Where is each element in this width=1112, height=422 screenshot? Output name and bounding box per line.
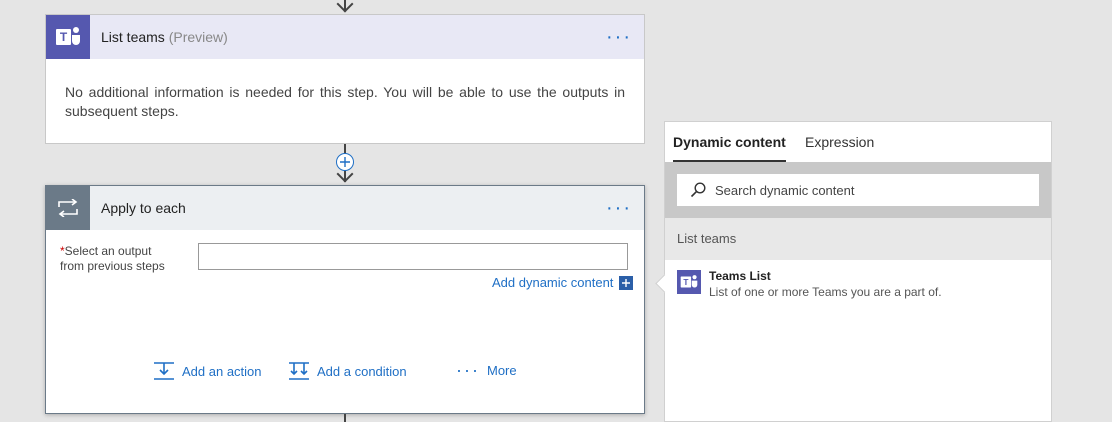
add-condition-button[interactable]: Add a condition bbox=[288, 361, 407, 381]
list-teams-title: List teams (Preview) bbox=[101, 15, 228, 59]
add-dynamic-content-label: Add dynamic content bbox=[492, 275, 614, 290]
svg-text:T: T bbox=[683, 277, 688, 287]
select-output-input[interactable] bbox=[198, 243, 628, 270]
apply-to-each-more-menu[interactable]: ··· bbox=[606, 186, 632, 230]
add-condition-label: Add a condition bbox=[317, 363, 407, 379]
dynamic-item-teams-list[interactable]: T Teams List List of one or more Teams y… bbox=[665, 262, 1051, 304]
preview-tag: (Preview) bbox=[168, 29, 228, 45]
svg-text:T: T bbox=[60, 30, 68, 44]
add-condition-icon bbox=[289, 362, 309, 380]
more-label: More bbox=[486, 362, 517, 378]
teams-list-icon: T bbox=[677, 270, 701, 294]
apply-to-each-header[interactable]: Apply to each ··· bbox=[46, 186, 644, 230]
more-dots-icon: ··· bbox=[456, 360, 480, 380]
section-title: List teams bbox=[677, 231, 737, 246]
search-band bbox=[665, 162, 1051, 218]
select-output-label: *Select an output from previous steps bbox=[60, 244, 165, 274]
list-teams-header[interactable]: T List teams (Preview) ··· bbox=[46, 15, 644, 59]
item-title: Teams List bbox=[709, 269, 771, 283]
tab-dynamic-content[interactable]: Dynamic content bbox=[673, 122, 786, 162]
list-teams-card: T List teams (Preview) ··· No additional… bbox=[45, 14, 645, 144]
search-dynamic-content-input[interactable] bbox=[715, 174, 1025, 206]
tab-expression[interactable]: Expression bbox=[805, 122, 874, 162]
dynamic-content-panel: Dynamic content Expression List teams T … bbox=[655, 121, 1052, 422]
list-teams-title-text: List teams bbox=[101, 29, 165, 45]
add-dynamic-content-icon bbox=[619, 275, 634, 290]
add-action-icon bbox=[154, 362, 174, 380]
search-icon bbox=[690, 182, 706, 198]
more-button[interactable]: ··· More bbox=[456, 360, 517, 380]
teams-icon: T bbox=[46, 15, 90, 59]
add-action-label: Add an action bbox=[182, 363, 262, 379]
apply-to-each-title: Apply to each bbox=[101, 200, 186, 216]
connector-bottom bbox=[344, 414, 346, 422]
item-description: List of one or more Teams you are a part… bbox=[709, 285, 942, 299]
section-header-list-teams: List teams bbox=[665, 218, 1051, 260]
connector-top-arrow bbox=[336, 0, 354, 13]
list-teams-message: No additional information is needed for … bbox=[65, 84, 625, 119]
apply-to-each-card: Apply to each ··· *Select an output from… bbox=[45, 185, 645, 414]
add-action-button[interactable]: Add an action bbox=[153, 361, 262, 381]
loop-icon bbox=[46, 186, 90, 230]
select-output-label-line2: from previous steps bbox=[60, 259, 165, 273]
list-teams-more-menu[interactable]: ··· bbox=[606, 15, 632, 59]
search-box[interactable] bbox=[677, 174, 1039, 206]
select-output-label-line1: Select an output bbox=[64, 244, 152, 258]
add-dynamic-content-link[interactable]: Add dynamic content bbox=[492, 275, 634, 290]
